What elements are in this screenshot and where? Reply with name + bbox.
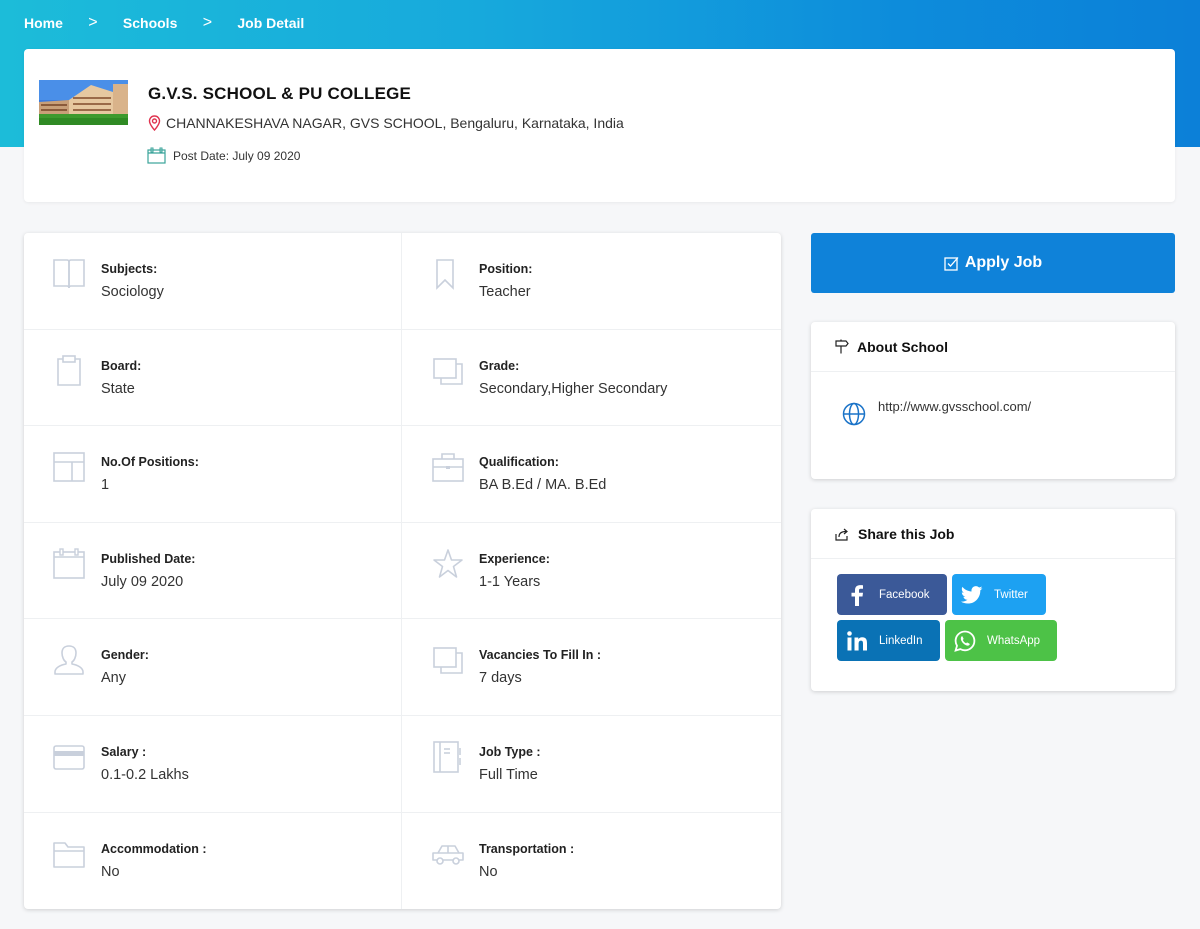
detail-label: Subjects:	[101, 262, 158, 276]
breadcrumb-schools[interactable]: Schools	[123, 15, 177, 31]
detail-subjects: Subjects: Sociology	[24, 233, 402, 330]
apply-job-button[interactable]: Apply Job	[811, 233, 1175, 293]
facebook-icon	[837, 584, 877, 606]
detail-qualification: Qualification: BA B.Ed / MA. B.Ed	[402, 426, 781, 523]
school-name: G.V.S. SCHOOL & PU COLLEGE	[148, 84, 412, 103]
detail-value: Full Time	[479, 766, 538, 783]
detail-label: Board:	[101, 358, 142, 373]
credit-card-icon	[53, 745, 85, 770]
detail-value: 7 days	[479, 670, 522, 687]
school-address: CHANNAKESHAVA NAGAR, GVS SCHOOL, Bengalu…	[148, 115, 624, 131]
whatsapp-icon	[945, 630, 985, 652]
share-twitter-button[interactable]: Twitter	[952, 574, 1046, 615]
detail-value: Sociology	[101, 284, 164, 300]
calendar-icon	[147, 147, 166, 164]
detail-board: Board: State	[24, 329, 402, 427]
detail-published-date: Published Date: July 09 2020	[24, 522, 402, 620]
about-school-header: About School	[811, 322, 1175, 372]
share-whatsapp-label: WhatsApp	[987, 634, 1041, 647]
detail-value: July 09 2020	[101, 573, 184, 590]
detail-value: State	[101, 380, 135, 397]
clipboard-icon	[57, 354, 81, 386]
chevron-right-icon: >	[88, 14, 98, 31]
check-square-icon	[944, 256, 959, 271]
detail-no-of-positions: No.Of Positions: 1	[24, 426, 402, 523]
layout-icon	[53, 452, 85, 482]
detail-label: Qualification:	[479, 455, 559, 470]
detail-value: No	[101, 863, 120, 880]
detail-vacancies: Vacancies To Fill In : 7 days	[402, 619, 781, 716]
breadcrumb: Home > Schools > Job Detail	[24, 14, 304, 32]
detail-label: Gender:	[101, 648, 149, 663]
share-twitter-label: Twitter	[994, 588, 1028, 601]
twitter-icon	[952, 585, 992, 604]
copy-icon	[433, 647, 463, 675]
detail-label: Grade:	[479, 358, 520, 373]
detail-value: 0.1-0.2 Lakhs	[101, 766, 189, 783]
school-website-link[interactable]: http://www.gvsschool.com/	[878, 399, 1031, 414]
apply-job-label: Apply Job	[964, 254, 1043, 271]
detail-label: Published Date:	[101, 551, 196, 566]
share-facebook-label: Facebook	[879, 588, 930, 601]
user-icon	[54, 645, 84, 676]
notebook-icon	[433, 741, 461, 773]
detail-transportation: Transportation : No	[402, 813, 781, 910]
detail-label: Accommodation :	[101, 841, 207, 856]
signpost-icon	[835, 339, 849, 354]
school-image	[39, 80, 128, 125]
post-date: Post Date: July 09 2020	[147, 147, 300, 164]
detail-label: Vacancies To Fill In :	[479, 648, 602, 663]
briefcase-icon	[432, 453, 464, 482]
location-pin-icon	[148, 115, 161, 131]
car-icon	[432, 844, 464, 865]
detail-label: Transportation :	[479, 841, 575, 856]
school-address-text: CHANNAKESHAVA NAGAR, GVS SCHOOL, Bengalu…	[166, 115, 624, 131]
folder-icon	[53, 841, 85, 868]
detail-label: No.Of Positions:	[101, 455, 199, 470]
breadcrumb-home[interactable]: Home	[24, 15, 63, 31]
breadcrumb-current: Job Detail	[237, 15, 305, 31]
post-date-text: Post Date: July 09 2020	[173, 148, 301, 163]
share-job-card: Share this Job Facebook Twitter LinkedIn…	[811, 509, 1175, 691]
detail-value: 1	[101, 477, 110, 494]
detail-experience: Experience: 1-1 Years	[402, 523, 781, 620]
globe-icon	[842, 402, 866, 426]
share-whatsapp-button[interactable]: WhatsApp	[945, 620, 1057, 661]
detail-label: Position:	[479, 262, 533, 276]
detail-job-type: Job Type : Full Time	[402, 716, 781, 813]
detail-position: Position: Teacher	[402, 233, 781, 330]
chevron-right-icon: >	[202, 14, 213, 31]
calendar-icon	[53, 548, 85, 579]
share-linkedin-label: LinkedIn	[879, 634, 923, 647]
share-job-title: Share this Job	[858, 525, 955, 542]
share-facebook-button[interactable]: Facebook	[837, 574, 947, 615]
detail-value: BA B.Ed / MA. B.Ed	[479, 477, 607, 494]
bookmark-icon	[436, 259, 454, 290]
linkedin-icon	[837, 630, 877, 651]
job-details-card: Subjects: Sociology Position: Teacher Bo…	[24, 233, 781, 910]
detail-grade: Grade: Secondary,Higher Secondary	[402, 330, 781, 427]
detail-label: Experience:	[479, 551, 550, 566]
book-open-icon	[53, 259, 85, 289]
share-linkedin-button[interactable]: LinkedIn	[837, 620, 940, 661]
school-header-card: G.V.S. SCHOOL & PU COLLEGE CHANNAKESHAVA…	[24, 49, 1175, 202]
detail-salary: Salary : 0.1-0.2 Lakhs	[24, 715, 402, 813]
about-school-title: About School	[857, 338, 948, 355]
share-job-header: Share this Job	[811, 509, 1175, 559]
share-icon	[835, 528, 848, 541]
detail-value: Teacher	[479, 284, 531, 300]
detail-label: Salary :	[101, 744, 147, 759]
detail-value: Any	[101, 670, 126, 687]
detail-label: Job Type :	[479, 744, 541, 759]
detail-value: No	[479, 863, 498, 880]
detail-gender: Gender: Any	[24, 619, 402, 716]
detail-value: 1-1 Years	[479, 573, 541, 590]
copy-icon	[433, 357, 463, 385]
about-school-card: About School http://www.gvsschool.com/	[811, 322, 1175, 479]
detail-accommodation: Accommodation : No	[24, 812, 402, 910]
detail-value: Secondary,Higher Secondary	[479, 380, 668, 397]
star-icon	[433, 548, 463, 578]
